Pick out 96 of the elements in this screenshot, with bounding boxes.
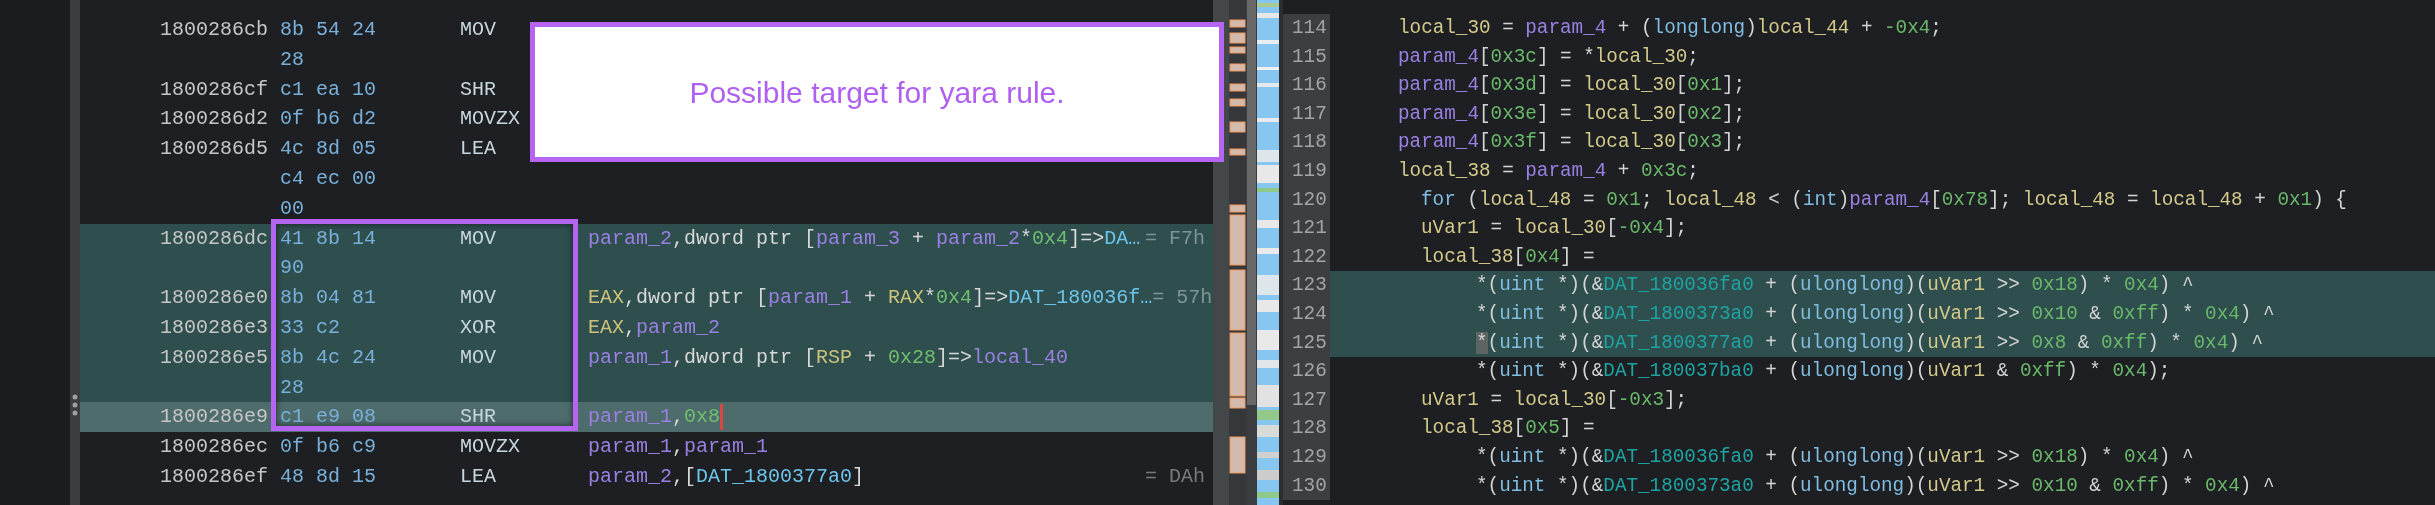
operand-text: param_1,0x8 <box>588 404 721 431</box>
line-number: 126 <box>1292 360 1327 383</box>
address-text: 1800286ec <box>160 435 269 459</box>
bytes-text: 48 8d 15 <box>280 464 376 488</box>
bytes-text: 8b 04 81 <box>280 286 376 310</box>
line-number: 115 <box>1292 45 1327 68</box>
code-line: param_4[0x3c] = *local_30; <box>1398 45 1699 68</box>
address-text: 1800286dc <box>160 226 269 250</box>
address-text: 1800286cf <box>160 77 269 101</box>
line-number: 125 <box>1292 331 1327 354</box>
bytes-text: 90 <box>280 256 304 280</box>
line-number: 129 <box>1292 445 1327 468</box>
mnemonic-text: MOV <box>460 226 496 250</box>
line-number: 118 <box>1292 131 1327 154</box>
line-number: 121 <box>1292 217 1327 240</box>
bytes-text: 28 <box>280 47 304 71</box>
code-line: uVar1 = local_30[-0x4]; <box>1421 217 1688 240</box>
line-number: 123 <box>1292 274 1327 297</box>
line-number: 120 <box>1292 188 1327 211</box>
operand-text: param_2,[DAT_1800377a0] <box>588 463 865 490</box>
code-line: param_4[0x3e] = local_30[0x2]; <box>1398 102 1746 125</box>
mnemonic-text: MOV <box>460 286 496 310</box>
code-line: param_4[0x3d] = local_30[0x1]; <box>1398 74 1746 97</box>
highlighted-row[interactable]: *(uint *)(&DAT_1800377a0 + (ulonglong)(uVar1 >> 0x8 & 0xff) * 0x4) ^ <box>1330 328 2435 358</box>
comment-text: = F7h <box>1145 225 1206 252</box>
code-line: local_30 = param_4 + (longlong)local_44 + -0x4; <box>1398 17 1942 39</box>
bytes-text: 0f b6 d2 <box>280 107 376 131</box>
code-line: *(uint *)(&DAT_1800377a0 + (ulonglong)(uVar1 >> 0x8 & 0xff) * 0x4) ^ <box>1476 331 2263 354</box>
bytes-text: c4 ec 00 <box>280 167 376 190</box>
address-text: 1800286d5 <box>160 137 269 161</box>
highlighted-row[interactable]: 1800286e3 33 c2 XOR EAX,param_2 <box>80 312 1213 343</box>
bytes-text: 00 <box>280 196 304 220</box>
line-number: 124 <box>1292 302 1327 325</box>
bytes-text: 28 <box>280 375 304 399</box>
code-line: local_38[0x4] = <box>1421 245 1595 268</box>
mnemonic-text: SHR <box>460 77 496 101</box>
operand-text: EAX,dword ptr [param_1 + RAX*0x4]=>DAT_180036f… <box>588 285 1153 312</box>
code-line: for (local_48 = 0x1; local_48 < (int)param_4[0x78]; local_48 = local_48 + 0x1) { <box>1421 188 2347 211</box>
code-line: uVar1 = local_30[-0x3]; <box>1421 388 1688 411</box>
code-line: *(uint *)(&DAT_1800373a0 + (ulonglong)(uVar1 >> 0x10 & 0xff) * 0x4) ^ <box>1476 474 2275 497</box>
code-line: local_38 = param_4 + 0x3c; <box>1398 159 1699 182</box>
bytes-text: 8b 54 24 <box>280 18 376 41</box>
address-text: 1800286ef <box>160 464 269 488</box>
mnemonic-text: MOVZX <box>460 435 520 459</box>
bytes-text: 4c 8d 05 <box>280 137 376 161</box>
highlighted-row[interactable]: 28 <box>80 372 1213 403</box>
mnemonic-text: SHR <box>460 405 496 429</box>
address-text: 1800286e5 <box>160 345 269 369</box>
code-line: local_38[0x5] = <box>1421 417 1595 440</box>
bytes-text: c1 e9 08 <box>280 405 376 429</box>
comment-text: = DAh <box>1145 463 1206 490</box>
scrollbar-track[interactable] <box>1246 0 1257 505</box>
operand-text: EAX,param_2 <box>588 314 721 341</box>
code-line: param_4[0x3f] = local_30[0x3]; <box>1398 131 1746 154</box>
operand-text: param_1,dword ptr [RSP + 0x28]=>local_40 <box>588 344 1069 371</box>
operand-text: param_1,param_1 <box>588 434 769 461</box>
line-number: 128 <box>1292 417 1327 440</box>
mnemonic-text: LEA <box>460 137 496 161</box>
line-number: 127 <box>1292 388 1327 411</box>
mnemonic-text: MOV <box>460 18 496 41</box>
line-number: 117 <box>1292 102 1327 125</box>
drag-handle-icon[interactable] <box>71 393 79 417</box>
highlighted-row[interactable]: 1800286e0 8b 04 81 MOV EAX,dword ptr [param_1 + RAX*0x4]=>DAT_180036f…= 57h <box>80 283 1213 313</box>
highlighted-row[interactable]: 90 <box>80 253 1213 284</box>
address-text: 1800286cb <box>160 18 269 41</box>
line-number: 114 <box>1292 17 1327 39</box>
line-number: 122 <box>1292 245 1327 268</box>
mnemonic-text: MOVZX <box>460 107 520 131</box>
bytes-text: 8b 4c 24 <box>280 345 376 369</box>
selected-row[interactable]: 1800286e9 c1 e9 08 SHR param_1,0x8 <box>80 402 1213 433</box>
mnemonic-text: MOV <box>460 345 496 369</box>
highlighted-row[interactable]: *(uint *)(&DAT_1800373a0 + (ulonglong)(uVar1 >> 0x10 & 0xff) * 0x4) ^ <box>1330 299 2435 329</box>
comment-text: = 57h <box>1152 285 1213 312</box>
code-line: *(uint *)(&DAT_1800373a0 + (ulonglong)(uVar1 >> 0x10 & 0xff) * 0x4) ^ <box>1476 302 2275 325</box>
address-text: 1800286e3 <box>160 315 269 339</box>
note-text: Possible target for yara rule. <box>689 74 1065 111</box>
line-number: 119 <box>1292 159 1327 182</box>
highlighted-row[interactable]: *(uint *)(&DAT_180036fa0 + (ulonglong)(uVar1 >> 0x18) * 0x4) ^ <box>1330 271 2435 300</box>
code-line: *(uint *)(&DAT_180036fa0 + (ulonglong)(uVar1 >> 0x18) * 0x4) ^ <box>1476 445 2194 468</box>
address-text: 1800286d2 <box>160 107 269 131</box>
code-line: *(uint *)(&DAT_180037ba0 + (ulonglong)(uVar1 & 0xff) * 0x4); <box>1476 360 2171 383</box>
line-number: 116 <box>1292 74 1327 97</box>
address-text: 1800286e9 <box>160 405 269 429</box>
address-text: 1800286e0 <box>160 286 269 310</box>
bytes-text: 0f b6 c9 <box>280 435 376 459</box>
line-number: 130 <box>1292 474 1327 497</box>
mnemonic-text: XOR <box>460 315 496 339</box>
highlighted-row[interactable]: 1800286e5 8b 4c 24 MOV param_1,dword ptr [RSP + 0x28]=>local_40 <box>80 342 1213 373</box>
bytes-text: 41 8b 14 <box>280 226 376 250</box>
code-line: *(uint *)(&DAT_180036fa0 + (ulonglong)(uVar1 >> 0x18) * 0x4) ^ <box>1476 274 2194 297</box>
highlighted-row[interactable]: 1800286dc 41 8b 14 MOV param_2,dword ptr [param_3 + param_2*0x4]=>DA… = F7h <box>80 223 1213 254</box>
mnemonic-text: LEA <box>460 464 496 488</box>
operand-text: param_2,dword ptr [param_3 + param_2*0x4]=>DA… <box>588 225 1141 252</box>
bytes-text: c1 ea 10 <box>280 77 376 101</box>
scrollbar-thumb[interactable] <box>1247 0 1256 405</box>
bytes-text: 33 c2 <box>280 315 340 339</box>
